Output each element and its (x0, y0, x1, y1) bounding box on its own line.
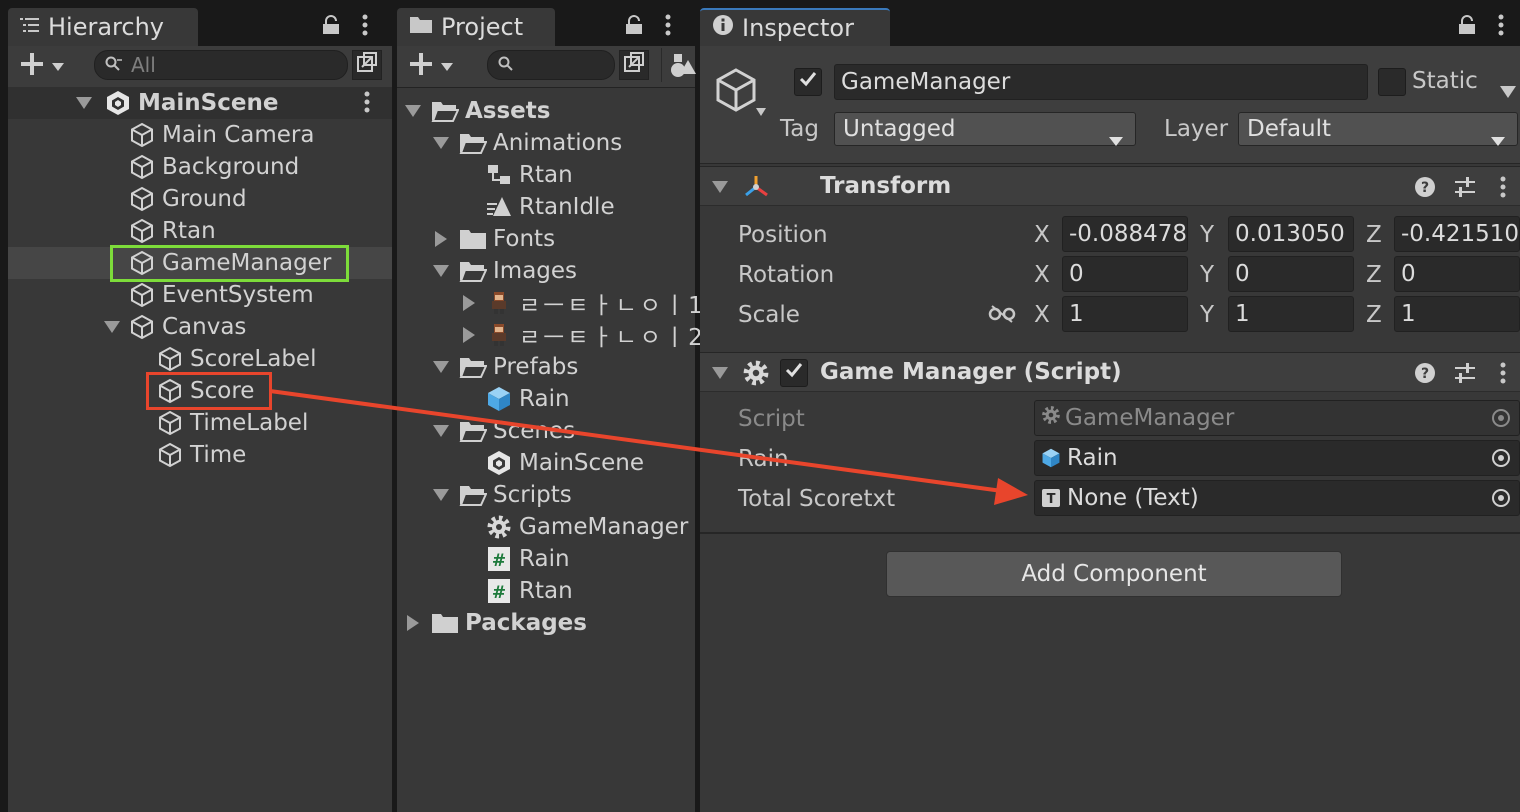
drag-annotation-arrow (269, 389, 1028, 505)
